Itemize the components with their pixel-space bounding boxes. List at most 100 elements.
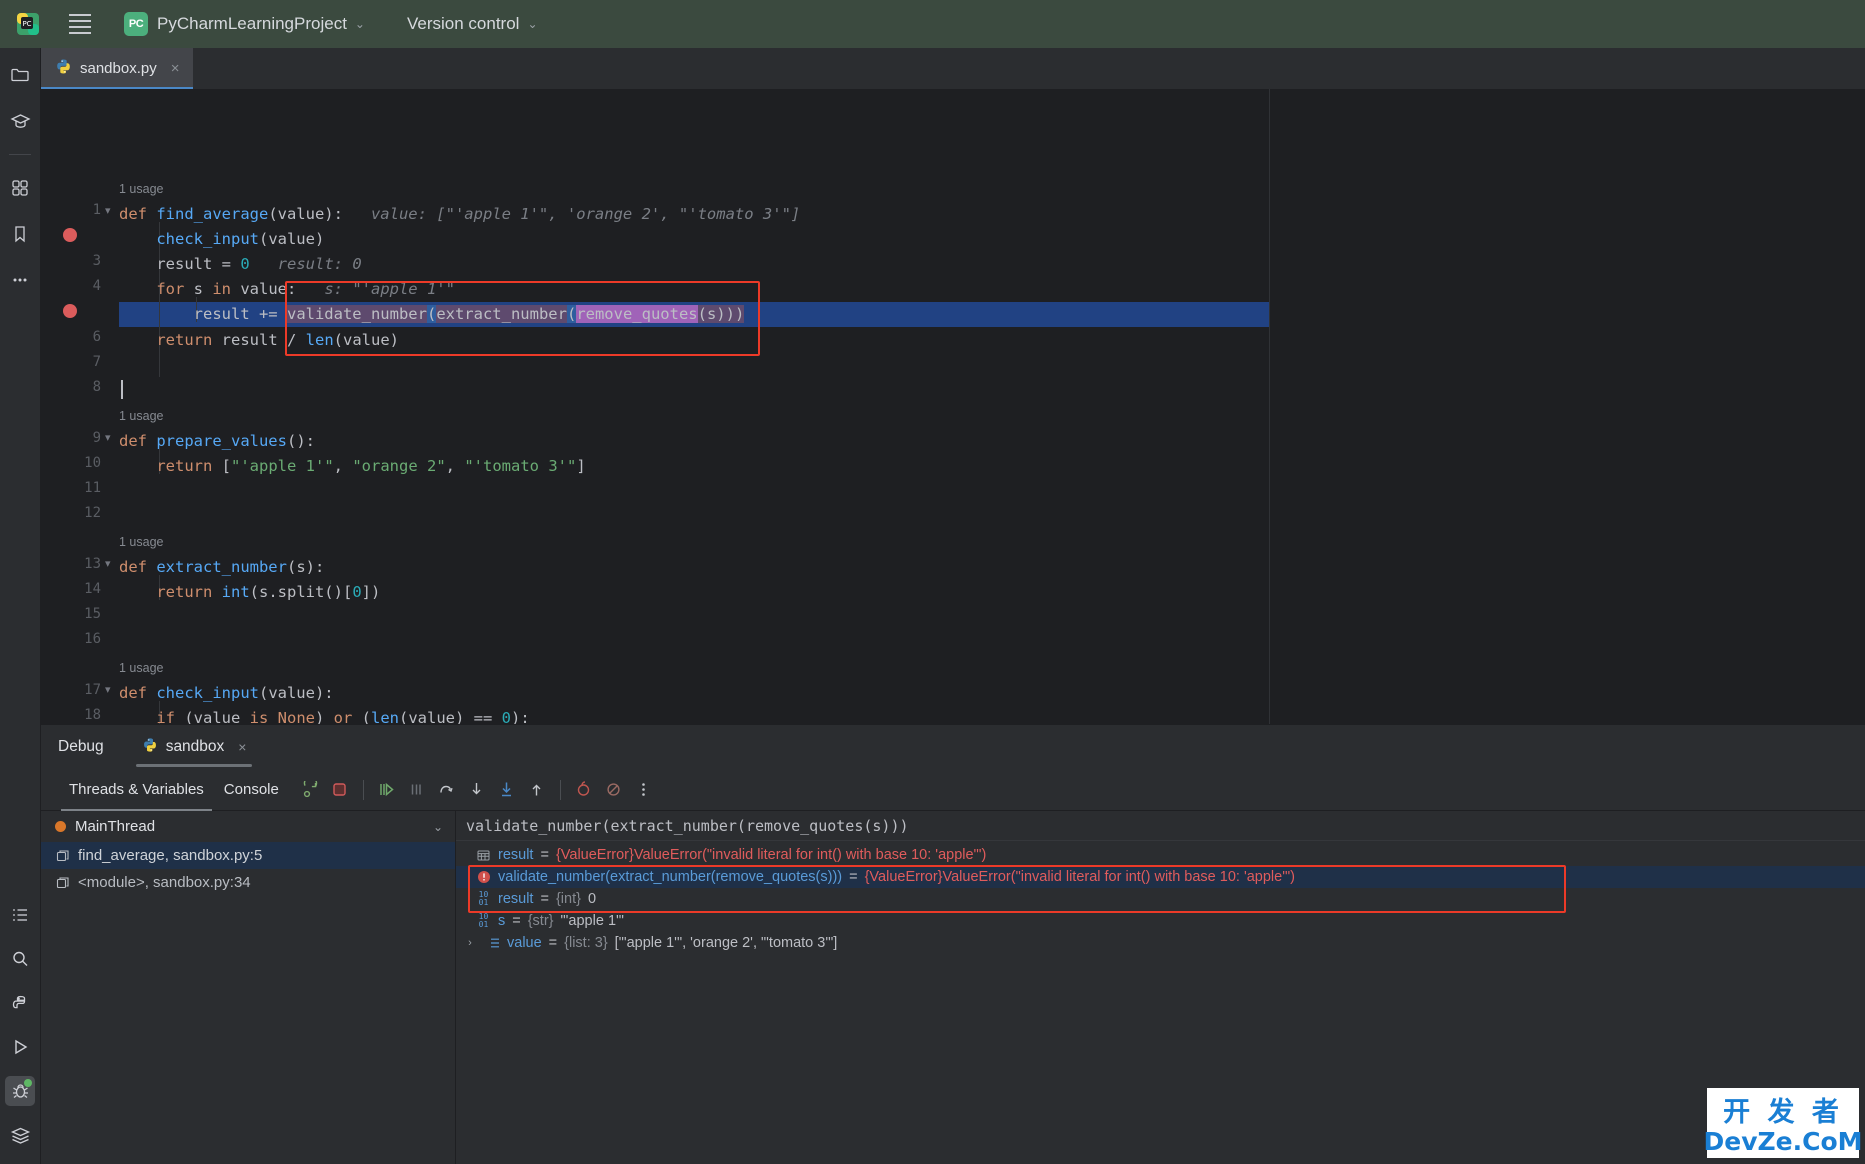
rerun-button[interactable] bbox=[295, 775, 325, 805]
editor-gutter[interactable]: 1 3 4 6 7 8 9 10 11 12 13 14 15 16 17 18… bbox=[41, 89, 119, 724]
vcs-chevron-down-icon[interactable]: ⌄ bbox=[527, 17, 537, 31]
search-icon[interactable] bbox=[5, 944, 35, 974]
toolbar-divider bbox=[559, 779, 561, 800]
main-area: sandbox.py × 1 3 4 6 7 8 9 10 11 12 13 1… bbox=[41, 48, 1865, 1164]
svg-text:PC: PC bbox=[22, 20, 31, 28]
code-line-18[interactable]: if (value is None) or (len(value) == 0): bbox=[119, 706, 1865, 724]
variable-row[interactable]: › value = {list: 3} ["'apple 1'", 'orang… bbox=[456, 932, 1865, 954]
frame-row[interactable]: <module>, sandbox.py:34 bbox=[41, 869, 455, 896]
services-icon[interactable] bbox=[5, 1120, 35, 1150]
variable-row[interactable]: result = {ValueError}ValueError("invalid… bbox=[456, 844, 1865, 866]
learn-icon[interactable] bbox=[5, 106, 35, 136]
code-line-17[interactable]: def check_input(value): bbox=[119, 681, 1865, 706]
step-over-button[interactable] bbox=[432, 775, 462, 805]
todo-icon[interactable] bbox=[5, 900, 35, 930]
code-line-5[interactable]: result += validate_number(extract_number… bbox=[119, 302, 1865, 327]
usage-hint[interactable]: 1 usage bbox=[119, 404, 163, 429]
project-name-label[interactable]: PyCharmLearningProject bbox=[157, 14, 347, 34]
variable-row[interactable]: 10 01 s = {str} "'apple 1'" bbox=[456, 910, 1865, 932]
stop-button[interactable] bbox=[325, 775, 355, 805]
fold-chevron-icon[interactable]: ▾ bbox=[105, 433, 111, 444]
line-number: 3 bbox=[92, 253, 101, 269]
code-text-area[interactable]: 1 usage 1 usage 1 usage 1 usage def find… bbox=[119, 89, 1865, 724]
python-file-icon bbox=[142, 737, 158, 758]
chevron-down-icon[interactable]: ⌄ bbox=[433, 820, 443, 834]
bookmarks-icon[interactable] bbox=[5, 219, 35, 249]
variable-name: s bbox=[498, 913, 506, 929]
plugins-icon[interactable] bbox=[5, 173, 35, 203]
code-editor[interactable]: 1 3 4 6 7 8 9 10 11 12 13 14 15 16 17 18… bbox=[41, 89, 1865, 724]
variable-name: result bbox=[498, 891, 534, 907]
code-line-6[interactable]: return result / len(value) bbox=[119, 328, 1865, 353]
debug-session-tab[interactable]: sandbox × bbox=[135, 725, 253, 769]
fold-chevron-icon[interactable]: ▾ bbox=[105, 206, 111, 217]
stack-frame-icon bbox=[55, 875, 70, 890]
main-menu-button[interactable] bbox=[60, 4, 100, 44]
code-line-2[interactable]: check_input(value) bbox=[119, 227, 1865, 252]
step-out-button[interactable] bbox=[522, 775, 552, 805]
editor-tab-sandbox[interactable]: sandbox.py × bbox=[41, 48, 193, 89]
force-step-into-button[interactable] bbox=[492, 775, 522, 805]
variables-panel[interactable]: validate_number(extract_number(remove_qu… bbox=[456, 811, 1865, 1164]
project-chevron-down-icon[interactable]: ⌄ bbox=[355, 17, 365, 31]
debug-body: MainThread ⌄ find_average, sandbox.py:5 bbox=[41, 811, 1865, 1164]
tab-threads-and-variables[interactable]: Threads & Variables bbox=[59, 769, 214, 811]
debug-tool-window: Debug sandbox × Threads & Variables Cons… bbox=[41, 724, 1865, 1164]
line-number: 14 bbox=[84, 581, 101, 597]
variable-type: {list: 3} bbox=[564, 935, 608, 951]
breakpoint-line-2[interactable] bbox=[63, 228, 77, 242]
close-icon[interactable]: × bbox=[171, 60, 180, 77]
variable-row[interactable]: 10 01 result = {int} 0 bbox=[456, 888, 1865, 910]
left-tool-rail bbox=[0, 48, 41, 1164]
code-line-3[interactable]: result = 0 result: 0 bbox=[119, 252, 1865, 277]
usage-hint[interactable]: 1 usage bbox=[119, 530, 163, 555]
pycharm-logo-icon: PC bbox=[10, 6, 46, 42]
more-icon[interactable] bbox=[5, 265, 35, 295]
variable-equals: = bbox=[849, 869, 858, 885]
variable-value: {ValueError}ValueError("invalid literal … bbox=[555, 847, 987, 863]
fold-chevron-icon[interactable]: ▾ bbox=[105, 685, 111, 696]
code-line-14[interactable]: return int(s.split()[0]) bbox=[119, 580, 1865, 605]
frame-row[interactable]: find_average, sandbox.py:5 bbox=[41, 842, 455, 869]
breakpoint-line-5[interactable] bbox=[63, 304, 77, 318]
pause-button[interactable] bbox=[402, 775, 432, 805]
variable-row[interactable]: validate_number(extract_number(remove_qu… bbox=[456, 866, 1865, 888]
run-icon[interactable] bbox=[5, 1032, 35, 1062]
variable-value: "'apple 1'" bbox=[560, 913, 624, 929]
variable-name: validate_number(extract_number(remove_qu… bbox=[498, 869, 843, 885]
line-number: 8 bbox=[92, 379, 101, 395]
usage-hint[interactable]: 1 usage bbox=[119, 177, 163, 202]
code-line-1[interactable]: def find_average(value): value: ["'apple… bbox=[119, 202, 1865, 227]
debug-panel-title: Debug bbox=[58, 738, 104, 755]
code-line-4[interactable]: for s in value: s: "'apple 1'" bbox=[119, 277, 1865, 302]
usage-hint[interactable]: 1 usage bbox=[119, 656, 163, 681]
code-line-10[interactable]: return ["'apple 1'", "orange 2", "'tomat… bbox=[119, 454, 1865, 479]
line-number: 16 bbox=[84, 631, 101, 647]
line-number: 10 bbox=[84, 455, 101, 471]
more-options-button[interactable] bbox=[629, 775, 659, 805]
version-control-label[interactable]: Version control bbox=[407, 14, 519, 34]
frames-panel[interactable]: MainThread ⌄ find_average, sandbox.py:5 bbox=[41, 811, 456, 1164]
fold-chevron-icon[interactable]: ▾ bbox=[105, 559, 111, 570]
project-icon[interactable] bbox=[5, 60, 35, 90]
code-line-9[interactable]: def prepare_values(): bbox=[119, 429, 1865, 454]
debug-active-indicator bbox=[24, 1079, 32, 1087]
python-packages-icon[interactable] bbox=[5, 988, 35, 1018]
variable-equals: = bbox=[540, 847, 549, 863]
str-icon: 10 01 bbox=[478, 912, 489, 929]
step-into-button[interactable] bbox=[462, 775, 492, 805]
watermark: 开 发 者 DevZe.CoM bbox=[1704, 1088, 1863, 1158]
thread-selector[interactable]: MainThread ⌄ bbox=[41, 811, 455, 842]
python-file-icon bbox=[55, 58, 72, 79]
line-number: 11 bbox=[84, 480, 101, 496]
expand-chevron-icon[interactable]: › bbox=[462, 937, 478, 949]
view-breakpoints-button[interactable] bbox=[569, 775, 599, 805]
mute-breakpoints-button[interactable] bbox=[599, 775, 629, 805]
close-icon[interactable]: × bbox=[238, 739, 246, 755]
tab-console[interactable]: Console bbox=[214, 769, 289, 811]
variable-name: value bbox=[507, 935, 542, 951]
resume-button[interactable] bbox=[372, 775, 402, 805]
variable-value: ["'apple 1'", 'orange 2', "'tomato 3'"] bbox=[614, 935, 838, 951]
code-line-13[interactable]: def extract_number(s): bbox=[119, 555, 1865, 580]
debug-icon[interactable] bbox=[5, 1076, 35, 1106]
